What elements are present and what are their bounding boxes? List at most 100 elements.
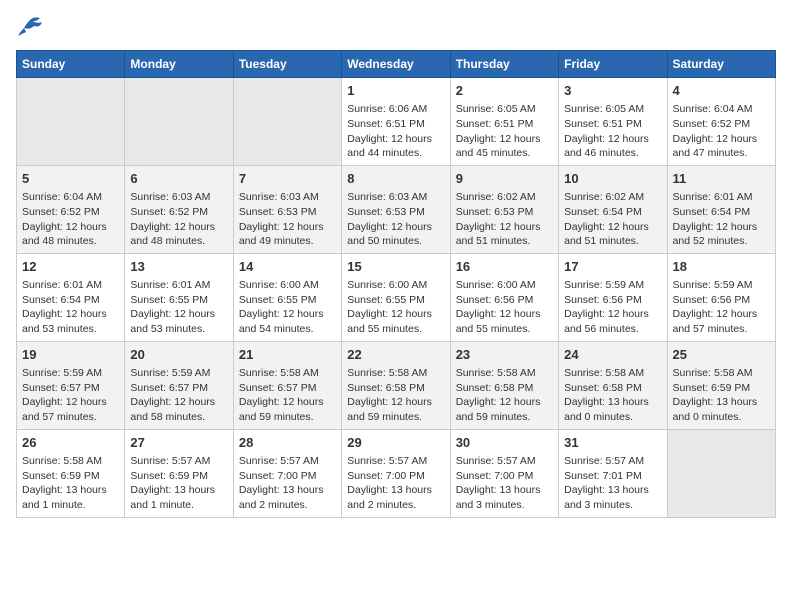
calendar-week-5: 26 Sunrise: 5:58 AM Sunset: 6:59 PM Dayli… <box>17 429 776 517</box>
calendar-cell: 24 Sunrise: 5:58 AM Sunset: 6:58 PM Dayli… <box>559 341 667 429</box>
day-info: Sunrise: 5:59 AM Sunset: 6:56 PM Dayligh… <box>564 278 661 337</box>
day-info: Sunrise: 6:00 AM Sunset: 6:56 PM Dayligh… <box>456 278 553 337</box>
weekday-header-row: SundayMondayTuesdayWednesdayThursdayFrid… <box>17 51 776 78</box>
day-number: 9 <box>456 170 553 188</box>
day-number: 11 <box>673 170 770 188</box>
day-info: Sunrise: 5:58 AM Sunset: 6:58 PM Dayligh… <box>456 366 553 425</box>
day-number: 14 <box>239 258 336 276</box>
day-info: Sunrise: 6:01 AM Sunset: 6:54 PM Dayligh… <box>22 278 119 337</box>
calendar-cell: 16 Sunrise: 6:00 AM Sunset: 6:56 PM Dayli… <box>450 253 558 341</box>
calendar-body: 1Sunrise: 6:06 AM Sunset: 6:51 PM Daylig… <box>17 78 776 518</box>
calendar-week-4: 19 Sunrise: 5:59 AM Sunset: 6:57 PM Dayli… <box>17 341 776 429</box>
weekday-header-sunday: Sunday <box>17 51 125 78</box>
calendar-cell: 11 Sunrise: 6:01 AM Sunset: 6:54 PM Dayli… <box>667 165 775 253</box>
day-info: Sunrise: 6:04 AM Sunset: 6:52 PM Dayligh… <box>673 102 770 161</box>
day-number: 28 <box>239 434 336 452</box>
calendar-cell: 12 Sunrise: 6:01 AM Sunset: 6:54 PM Dayli… <box>17 253 125 341</box>
day-info: Sunrise: 5:58 AM Sunset: 6:59 PM Dayligh… <box>22 454 119 513</box>
day-number: 24 <box>564 346 661 364</box>
weekday-header-wednesday: Wednesday <box>342 51 450 78</box>
day-number: 16 <box>456 258 553 276</box>
day-info: Sunrise: 6:01 AM Sunset: 6:55 PM Dayligh… <box>130 278 227 337</box>
calendar-week-2: 5 Sunrise: 6:04 AM Sunset: 6:52 PM Daylig… <box>17 165 776 253</box>
calendar-cell: 10 Sunrise: 6:02 AM Sunset: 6:54 PM Dayli… <box>559 165 667 253</box>
calendar-cell <box>233 78 341 166</box>
calendar-cell: 30 Sunrise: 5:57 AM Sunset: 7:00 PM Dayli… <box>450 429 558 517</box>
day-number: 22 <box>347 346 444 364</box>
day-info: Sunrise: 5:59 AM Sunset: 6:57 PM Dayligh… <box>22 366 119 425</box>
calendar-cell: 9 Sunrise: 6:02 AM Sunset: 6:53 PM Daylig… <box>450 165 558 253</box>
day-info: Sunrise: 5:59 AM Sunset: 6:56 PM Dayligh… <box>673 278 770 337</box>
calendar-table: SundayMondayTuesdayWednesdayThursdayFrid… <box>16 50 776 518</box>
day-info: Sunrise: 5:57 AM Sunset: 7:00 PM Dayligh… <box>456 454 553 513</box>
weekday-header-friday: Friday <box>559 51 667 78</box>
calendar-cell: 14 Sunrise: 6:00 AM Sunset: 6:55 PM Dayli… <box>233 253 341 341</box>
day-number: 20 <box>130 346 227 364</box>
calendar-cell: 18 Sunrise: 5:59 AM Sunset: 6:56 PM Dayli… <box>667 253 775 341</box>
day-number: 17 <box>564 258 661 276</box>
day-number: 18 <box>673 258 770 276</box>
day-number: 26 <box>22 434 119 452</box>
weekday-header-tuesday: Tuesday <box>233 51 341 78</box>
calendar-cell: 31 Sunrise: 5:57 AM Sunset: 7:01 PM Dayli… <box>559 429 667 517</box>
day-number: 5 <box>22 170 119 188</box>
day-info: Sunrise: 5:58 AM Sunset: 6:58 PM Dayligh… <box>347 366 444 425</box>
day-number: 27 <box>130 434 227 452</box>
day-number: 31 <box>564 434 661 452</box>
day-info: Sunrise: 5:58 AM Sunset: 6:59 PM Dayligh… <box>673 366 770 425</box>
logo <box>16 16 48 38</box>
day-info: Sunrise: 6:00 AM Sunset: 6:55 PM Dayligh… <box>239 278 336 337</box>
day-number: 21 <box>239 346 336 364</box>
day-info: Sunrise: 6:02 AM Sunset: 6:53 PM Dayligh… <box>456 190 553 249</box>
day-number: 25 <box>673 346 770 364</box>
day-info: Sunrise: 6:04 AM Sunset: 6:52 PM Dayligh… <box>22 190 119 249</box>
day-number: 13 <box>130 258 227 276</box>
day-info: Sunrise: 5:58 AM Sunset: 6:57 PM Dayligh… <box>239 366 336 425</box>
calendar-cell: 23 Sunrise: 5:58 AM Sunset: 6:58 PM Dayli… <box>450 341 558 429</box>
calendar-cell <box>667 429 775 517</box>
calendar-cell: 3 Sunrise: 6:05 AM Sunset: 6:51 PM Daylig… <box>559 78 667 166</box>
day-number: 30 <box>456 434 553 452</box>
calendar-cell: 29Sunrise: 5:57 AM Sunset: 7:00 PM Dayli… <box>342 429 450 517</box>
day-number: 8 <box>347 170 444 188</box>
day-info: Sunrise: 6:01 AM Sunset: 6:54 PM Dayligh… <box>673 190 770 249</box>
day-number: 19 <box>22 346 119 364</box>
calendar-cell: 28 Sunrise: 5:57 AM Sunset: 7:00 PM Dayli… <box>233 429 341 517</box>
calendar-cell: 21 Sunrise: 5:58 AM Sunset: 6:57 PM Dayli… <box>233 341 341 429</box>
day-info: Sunrise: 5:58 AM Sunset: 6:58 PM Dayligh… <box>564 366 661 425</box>
day-info: Sunrise: 6:02 AM Sunset: 6:54 PM Dayligh… <box>564 190 661 249</box>
calendar-cell: 17 Sunrise: 5:59 AM Sunset: 6:56 PM Dayli… <box>559 253 667 341</box>
calendar-cell: 15Sunrise: 6:00 AM Sunset: 6:55 PM Dayli… <box>342 253 450 341</box>
day-info: Sunrise: 5:57 AM Sunset: 6:59 PM Dayligh… <box>130 454 227 513</box>
calendar-cell: 26 Sunrise: 5:58 AM Sunset: 6:59 PM Dayli… <box>17 429 125 517</box>
day-number: 7 <box>239 170 336 188</box>
day-number: 12 <box>22 258 119 276</box>
calendar-cell: 19 Sunrise: 5:59 AM Sunset: 6:57 PM Dayli… <box>17 341 125 429</box>
calendar-cell: 6Sunrise: 6:03 AM Sunset: 6:52 PM Daylig… <box>125 165 233 253</box>
day-number: 29 <box>347 434 444 452</box>
calendar-cell: 2Sunrise: 6:05 AM Sunset: 6:51 PM Daylig… <box>450 78 558 166</box>
day-number: 3 <box>564 82 661 100</box>
calendar-cell: 22 Sunrise: 5:58 AM Sunset: 6:58 PM Dayli… <box>342 341 450 429</box>
calendar-cell: 1Sunrise: 6:06 AM Sunset: 6:51 PM Daylig… <box>342 78 450 166</box>
day-number: 10 <box>564 170 661 188</box>
day-info: Sunrise: 5:57 AM Sunset: 7:01 PM Dayligh… <box>564 454 661 513</box>
day-info: Sunrise: 6:00 AM Sunset: 6:55 PM Dayligh… <box>347 278 444 337</box>
calendar-cell: 4 Sunrise: 6:04 AM Sunset: 6:52 PM Daylig… <box>667 78 775 166</box>
day-number: 23 <box>456 346 553 364</box>
day-info: Sunrise: 6:03 AM Sunset: 6:53 PM Dayligh… <box>239 190 336 249</box>
day-number: 6 <box>130 170 227 188</box>
calendar-cell: 5 Sunrise: 6:04 AM Sunset: 6:52 PM Daylig… <box>17 165 125 253</box>
day-info: Sunrise: 5:57 AM Sunset: 7:00 PM Dayligh… <box>239 454 336 513</box>
weekday-header-thursday: Thursday <box>450 51 558 78</box>
day-info: Sunrise: 6:06 AM Sunset: 6:51 PM Dayligh… <box>347 102 444 161</box>
day-number: 2 <box>456 82 553 100</box>
weekday-header-monday: Monday <box>125 51 233 78</box>
day-info: Sunrise: 6:05 AM Sunset: 6:51 PM Dayligh… <box>564 102 661 161</box>
day-number: 4 <box>673 82 770 100</box>
page-header <box>16 16 776 38</box>
day-info: Sunrise: 5:59 AM Sunset: 6:57 PM Dayligh… <box>130 366 227 425</box>
calendar-cell: 25 Sunrise: 5:58 AM Sunset: 6:59 PM Dayli… <box>667 341 775 429</box>
calendar-week-1: 1Sunrise: 6:06 AM Sunset: 6:51 PM Daylig… <box>17 78 776 166</box>
weekday-header-saturday: Saturday <box>667 51 775 78</box>
